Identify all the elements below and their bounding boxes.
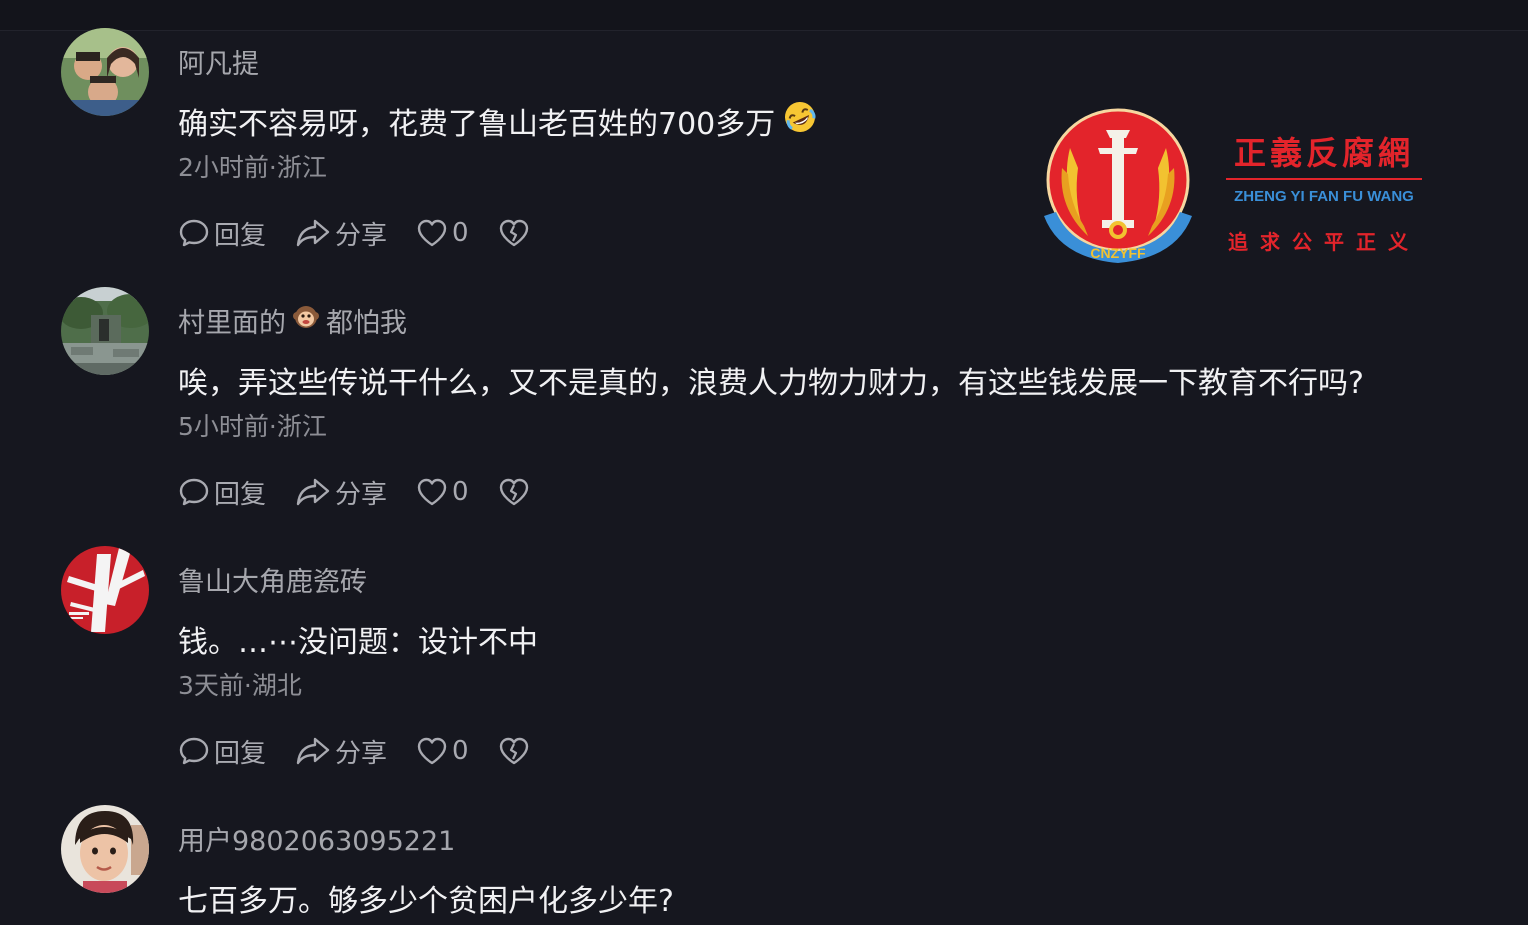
comment-text: 确实不容易呀，花费了鲁山老百姓的700多万 — [178, 99, 817, 143]
comment-text: 七百多万。够多少个贫困户化多少年? — [178, 884, 674, 919]
username[interactable]: 阿凡提 — [178, 42, 259, 81]
watermark-pinyin: ZHENG YI FAN FU WANG — [1234, 188, 1414, 205]
username[interactable]: 鲁山大角鹿瓷砖 — [178, 560, 367, 599]
dislike-button[interactable] — [498, 477, 530, 507]
action-bar: 回复 分享 0 — [178, 474, 530, 511]
watermark-title: 正義反腐網 — [1233, 134, 1414, 172]
comment-meta: 2小时前·浙江 — [178, 153, 327, 182]
broken-heart-icon — [499, 737, 529, 765]
action-bar: 回复 分享 0 — [178, 215, 530, 252]
share-button[interactable]: 分享 — [295, 215, 416, 252]
comment-meta: 5小时前·浙江 — [178, 412, 327, 441]
action-bar: 回复 分享 0 — [178, 733, 530, 770]
comment-text: 唉，弄这些传说干什么，又不是真的，浪费人力物力财力，有这些钱发展一下教育不行吗? — [178, 366, 1364, 401]
comment-item: 鲁山大角鹿瓷砖 钱。…⋯没问题：设计不中 3天前·湖北 回复 分享 0 — [0, 546, 1528, 805]
comment-bubble-icon — [179, 478, 209, 506]
reply-button[interactable]: 回复 — [178, 474, 295, 511]
user-avatar[interactable] — [61, 546, 149, 634]
comment-bubble-icon — [179, 219, 209, 247]
user-avatar[interactable] — [61, 28, 149, 116]
comment-item: 村里面的 都怕我 唉，弄这些传说干什么，又不是真的，浪费人力物力财力，有这些钱发… — [0, 287, 1528, 546]
share-button[interactable]: 分享 — [295, 733, 416, 770]
heart-icon — [417, 737, 447, 765]
comment-text: 钱。…⋯没问题：设计不中 — [178, 625, 538, 660]
reply-button[interactable]: 回复 — [178, 215, 295, 252]
broken-heart-icon — [499, 219, 529, 247]
family-photo-avatar — [61, 28, 149, 116]
comment-item: 用户9802063095221 七百多万。够多少个贫困户化多少年? — [0, 805, 1528, 925]
garden-scene-avatar — [61, 287, 149, 375]
username[interactable]: 村里面的 都怕我 — [178, 301, 407, 340]
red-brand-logo-avatar — [61, 546, 149, 634]
dislike-button[interactable] — [498, 218, 530, 248]
emblem-text: CNZYFF — [1090, 245, 1146, 261]
heart-icon — [417, 478, 447, 506]
like-button[interactable]: 0 — [416, 218, 498, 248]
watermark-slogan: 追求公平正义 — [1228, 230, 1420, 254]
emblem-icon: CNZYFF — [1044, 108, 1192, 263]
like-button[interactable]: 0 — [416, 736, 498, 766]
share-button[interactable]: 分享 — [295, 474, 416, 511]
child-portrait-avatar — [61, 805, 149, 893]
user-avatar[interactable] — [61, 805, 149, 893]
share-arrow-icon — [296, 478, 330, 506]
watermark-logo: CNZYFF 正義反腐網 ZHENG YI FAN FU WANG 追求公平正义 — [1040, 108, 1440, 273]
username[interactable]: 用户9802063095221 — [178, 819, 455, 858]
monkey-face-emoji — [292, 303, 320, 338]
rolling-laughing-emoji — [783, 100, 817, 142]
dislike-button[interactable] — [498, 736, 530, 766]
user-avatar[interactable] — [61, 287, 149, 375]
comment-meta: 3天前·湖北 — [178, 671, 302, 700]
heart-icon — [417, 219, 447, 247]
comment-bubble-icon — [179, 737, 209, 765]
reply-button[interactable]: 回复 — [178, 733, 295, 770]
share-arrow-icon — [296, 219, 330, 247]
broken-heart-icon — [499, 478, 529, 506]
share-arrow-icon — [296, 737, 330, 765]
like-button[interactable]: 0 — [416, 477, 498, 507]
watermark-divider — [1226, 178, 1422, 180]
